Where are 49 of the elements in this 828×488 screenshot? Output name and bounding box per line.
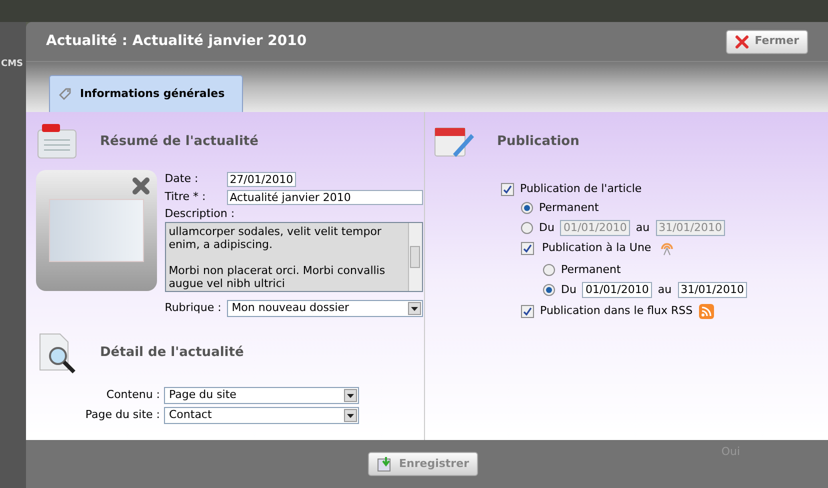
option-label: Du [539, 220, 554, 236]
dialog-title: Actualité : Actualité janvier 2010 [46, 32, 307, 51]
close-icon [734, 34, 749, 48]
dropdown[interactable]: Mon nouveau dossier [226, 300, 423, 317]
description-line: ullamcorper sodales, velit velit tempor [168, 225, 382, 238]
title-field[interactable]: Actualité janvier 2010 [226, 190, 423, 204]
range-separator: au [636, 220, 650, 236]
option-label: Permanent [539, 200, 599, 216]
checkbox[interactable] [521, 304, 534, 318]
close-button[interactable]: Fermer [726, 30, 808, 54]
date-field[interactable]: 27/01/2010 [226, 172, 296, 186]
range-separator: au [658, 282, 672, 298]
checkbox-label: Publication dans le flux RSS [540, 302, 693, 319]
close-icon[interactable] [130, 176, 151, 196]
section-label: CMS [1, 60, 24, 69]
radio-button[interactable] [521, 202, 533, 214]
field-label: Page du site : [84, 407, 160, 424]
radio-button[interactable] [521, 222, 533, 234]
option-label: Permanent [561, 262, 621, 278]
checkbox-label: Publication de l'article [520, 180, 642, 197]
tab[interactable]: Informations générales [49, 75, 243, 112]
document-icon [36, 124, 78, 160]
date-field[interactable]: 01/01/2010 [582, 282, 652, 298]
checkbox[interactable] [501, 182, 514, 196]
scrollbar[interactable] [408, 223, 422, 291]
field-label: Description : [164, 206, 236, 222]
rss-icon [698, 304, 714, 318]
dropdown[interactable]: Page du site [164, 387, 359, 404]
description-line: augue vel nibh ultrici [168, 277, 286, 290]
field-label: Date : [164, 170, 200, 187]
broadcast-icon [659, 240, 676, 256]
section-heading: Résumé de l'actualité [100, 133, 258, 152]
radio-button[interactable] [543, 284, 555, 296]
date-field[interactable]: 31/01/2010 [678, 282, 747, 298]
checkbox-label: Publication à la Une [542, 240, 652, 256]
field-label: Contenu : [105, 387, 160, 404]
field-label: Rubrique : [164, 300, 222, 316]
section-heading: Détail de l'actualité [100, 344, 244, 362]
save-icon [377, 456, 393, 472]
section-heading: Publication [497, 133, 580, 152]
checkbox[interactable] [521, 242, 534, 254]
field-label: Titre * : [164, 188, 207, 205]
description-line: Morbi non placerat orci. Morbi convallis [168, 264, 386, 277]
description-line: enim, a adipiscing. [168, 238, 274, 251]
option-label: Du [561, 282, 576, 298]
radio-button[interactable] [543, 264, 555, 276]
dropdown[interactable]: Contact [164, 407, 359, 424]
tag-icon [58, 87, 72, 101]
description-field[interactable]: ullamcorper sodales, velit velit tempor enim, a adipiscing. Morbi non placerat orci. Morbi convallis augue vel nibh ultrici [164, 222, 423, 292]
